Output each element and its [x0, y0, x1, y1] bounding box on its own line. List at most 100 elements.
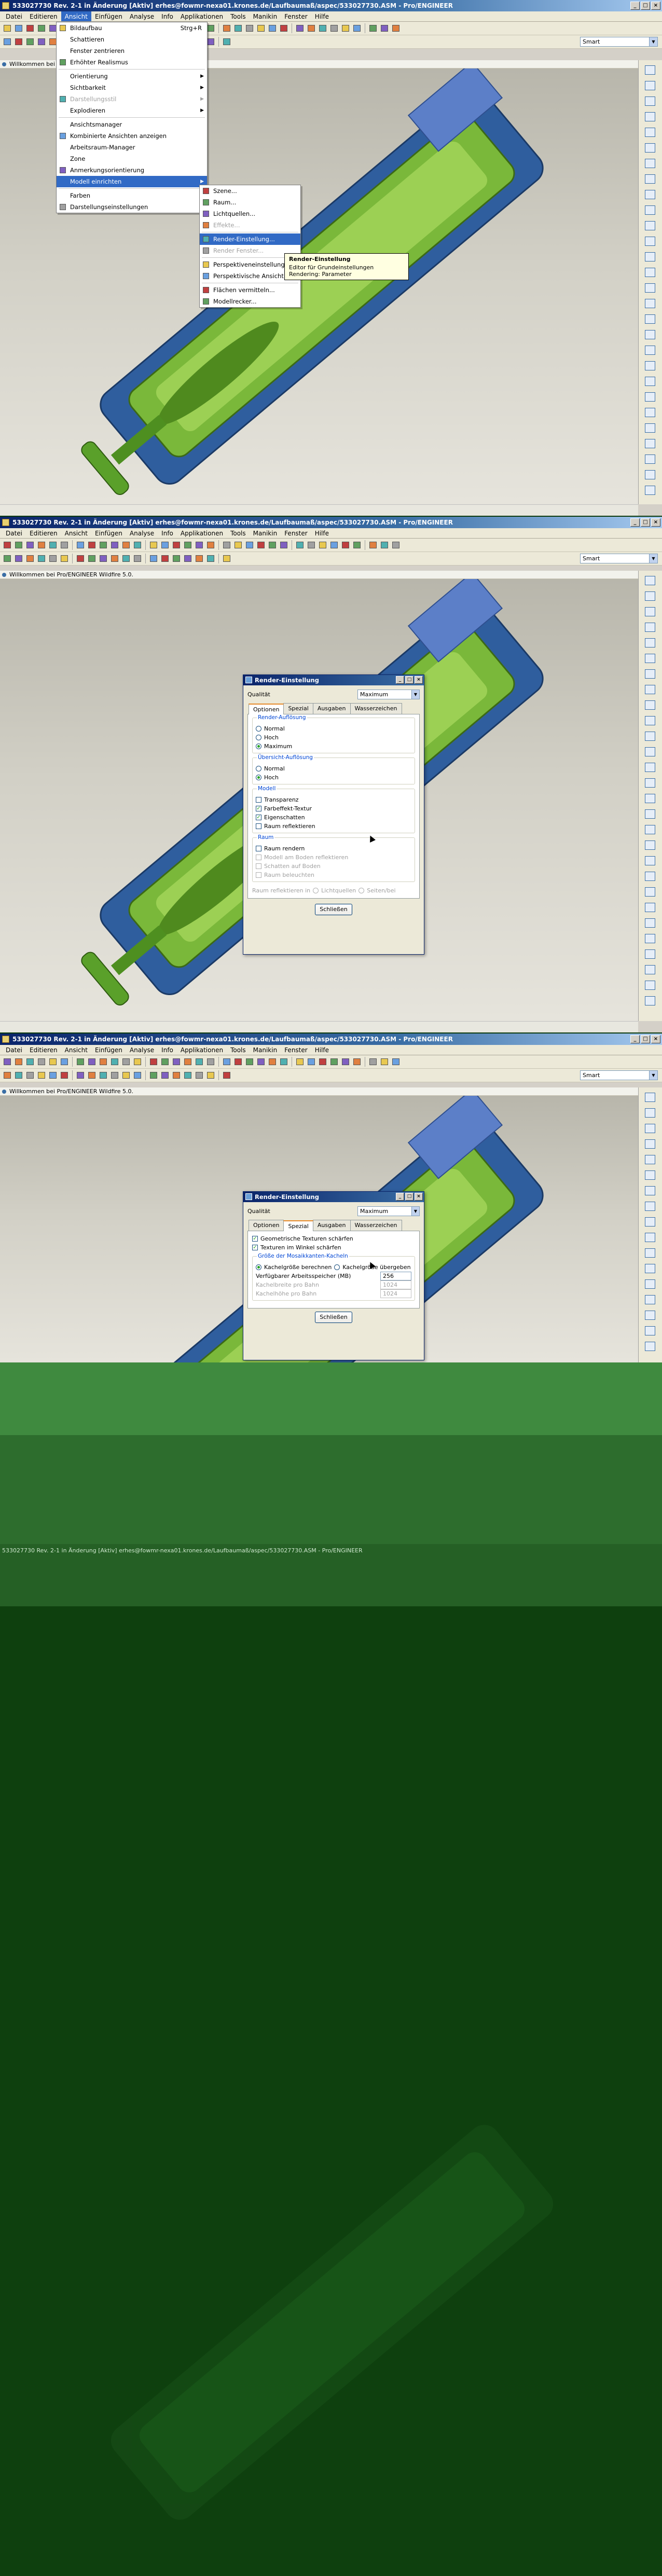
- toolbar-button[interactable]: [233, 540, 243, 550]
- dialog-minimize-button[interactable]: _: [396, 1193, 404, 1201]
- menu-item[interactable]: Fenster: [281, 528, 311, 538]
- menu-item[interactable]: Info: [158, 528, 177, 538]
- radio-ue-hoch[interactable]: Hoch: [256, 773, 411, 782]
- toolbar-button[interactable]: [340, 540, 351, 550]
- toolbar-button[interactable]: [194, 554, 204, 563]
- toolbar-button[interactable]: [222, 37, 232, 47]
- menu-info[interactable]: Info: [158, 11, 177, 21]
- dialog-maximize-button[interactable]: □: [405, 1193, 413, 1201]
- datum-tool-button[interactable]: [645, 81, 655, 90]
- memory-input[interactable]: 256: [380, 1272, 411, 1280]
- toolbar-button[interactable]: [160, 554, 170, 563]
- datum-tool-button[interactable]: [645, 1311, 655, 1320]
- toolbar-button[interactable]: [98, 1057, 108, 1067]
- toolbar-button[interactable]: [183, 540, 193, 550]
- toolbar-button[interactable]: [329, 1057, 339, 1067]
- modell-submenu-item[interactable]: Flächen vermitteln...: [200, 284, 300, 296]
- menu-item[interactable]: Einfügen: [91, 528, 126, 538]
- toolbar-button[interactable]: [318, 1057, 328, 1067]
- menu-item[interactable]: Editieren: [26, 528, 61, 538]
- dialog-close-button[interactable]: ×: [415, 676, 423, 684]
- radio-seiten[interactable]: [358, 888, 365, 893]
- datum-tool-button[interactable]: [645, 1186, 655, 1195]
- toolbar-button[interactable]: [25, 540, 35, 550]
- minimize-button[interactable]: _: [630, 518, 640, 527]
- modell-submenu-item[interactable]: Raum...: [200, 197, 300, 208]
- toolbar-button[interactable]: [352, 23, 362, 33]
- toolbar-button[interactable]: [2, 1070, 12, 1080]
- toolbar-button[interactable]: [109, 1070, 120, 1080]
- datum-tool-button[interactable]: [645, 65, 655, 75]
- toolbar-button[interactable]: [75, 1057, 86, 1067]
- close-button[interactable]: ×: [651, 2, 660, 10]
- menu-item[interactable]: Ansicht: [61, 528, 91, 538]
- toolbar-button[interactable]: [391, 540, 401, 550]
- toolbar-button[interactable]: [48, 554, 58, 563]
- datum-tool-button[interactable]: [645, 996, 655, 1005]
- toolbar-button[interactable]: [87, 554, 97, 563]
- maximize-button[interactable]: □: [641, 518, 650, 527]
- datum-tool-button[interactable]: [645, 1170, 655, 1180]
- datum-tool-button[interactable]: [645, 346, 655, 355]
- tab-wasserzeichen[interactable]: Wasserzeichen: [350, 703, 402, 714]
- datum-tool-button[interactable]: [645, 377, 655, 386]
- tile-height-input[interactable]: 1024: [380, 1289, 411, 1298]
- ansicht-menu-item[interactable]: Arbeitsraum-Manager: [57, 142, 207, 153]
- datum-tool-button[interactable]: [645, 392, 655, 402]
- datum-tool-button[interactable]: [645, 576, 655, 585]
- datum-tool-button[interactable]: [645, 470, 655, 479]
- datum-tool-button[interactable]: [645, 128, 655, 137]
- menu-fenster[interactable]: Fenster: [281, 11, 311, 21]
- datum-tool-button[interactable]: [645, 174, 655, 184]
- datum-tool-button[interactable]: [645, 1295, 655, 1304]
- datum-tool-button[interactable]: [645, 423, 655, 433]
- toolbar-button[interactable]: [75, 554, 86, 563]
- toolbar-button[interactable]: [160, 1070, 170, 1080]
- toolbar-button[interactable]: [36, 23, 47, 33]
- toolbar-button[interactable]: [329, 540, 339, 550]
- toolbar-button[interactable]: [171, 540, 182, 550]
- toolbar-button[interactable]: [48, 540, 58, 550]
- datum-tool-button[interactable]: [645, 1279, 655, 1289]
- toolbar-button[interactable]: [13, 37, 24, 47]
- menu-ansicht[interactable]: Ansicht: [61, 11, 91, 21]
- menu-item[interactable]: Analyse: [126, 1045, 158, 1055]
- toolbar-button[interactable]: [340, 1057, 351, 1067]
- radio-normal[interactable]: Normal: [256, 724, 411, 733]
- tab-spezial[interactable]: Spezial: [283, 1220, 313, 1231]
- ansicht-menu-item[interactable]: Darstellungsstil ▶: [57, 93, 207, 105]
- menu-item[interactable]: Datei: [2, 1045, 26, 1055]
- toolbar-button[interactable]: [121, 1070, 131, 1080]
- datum-tool-button[interactable]: [645, 159, 655, 168]
- radio-hoch[interactable]: Hoch: [256, 733, 411, 742]
- toolbar-button[interactable]: [87, 1070, 97, 1080]
- datum-tool-button[interactable]: [645, 221, 655, 230]
- toolbar-button[interactable]: [171, 1057, 182, 1067]
- datum-tool-button[interactable]: [645, 1326, 655, 1335]
- datum-tool-button[interactable]: [645, 283, 655, 293]
- menu-manikin[interactable]: Manikin: [250, 11, 281, 21]
- maximize-button[interactable]: □: [641, 2, 650, 10]
- datum-tool-button[interactable]: [645, 747, 655, 756]
- datum-tool-button[interactable]: [645, 949, 655, 959]
- datum-tool-button[interactable]: [645, 887, 655, 897]
- datum-tool-button[interactable]: [645, 1108, 655, 1118]
- toolbar-button[interactable]: [318, 23, 328, 33]
- toolbar-button[interactable]: [205, 540, 216, 550]
- toolbar-button[interactable]: [109, 554, 120, 563]
- menu-item[interactable]: Manikin: [250, 1045, 281, 1055]
- menu-item[interactable]: Manikin: [250, 528, 281, 538]
- datum-tool-button[interactable]: [645, 778, 655, 788]
- tab-ausgaben[interactable]: Ausgaben: [312, 1220, 351, 1231]
- toolbar-button[interactable]: [148, 554, 159, 563]
- datum-tool-button[interactable]: [645, 252, 655, 261]
- datum-tool-button[interactable]: [645, 638, 655, 648]
- toolbar-button[interactable]: [171, 1070, 182, 1080]
- toolbar-button[interactable]: [121, 1057, 131, 1067]
- check-raum-rendern[interactable]: Raum rendern: [256, 844, 411, 853]
- datum-tool-button[interactable]: [645, 685, 655, 694]
- datum-tool-button[interactable]: [645, 1202, 655, 1211]
- dialog-maximize-button[interactable]: □: [405, 676, 413, 684]
- toolbar-button[interactable]: [295, 23, 305, 33]
- datum-tool-button[interactable]: [645, 607, 655, 616]
